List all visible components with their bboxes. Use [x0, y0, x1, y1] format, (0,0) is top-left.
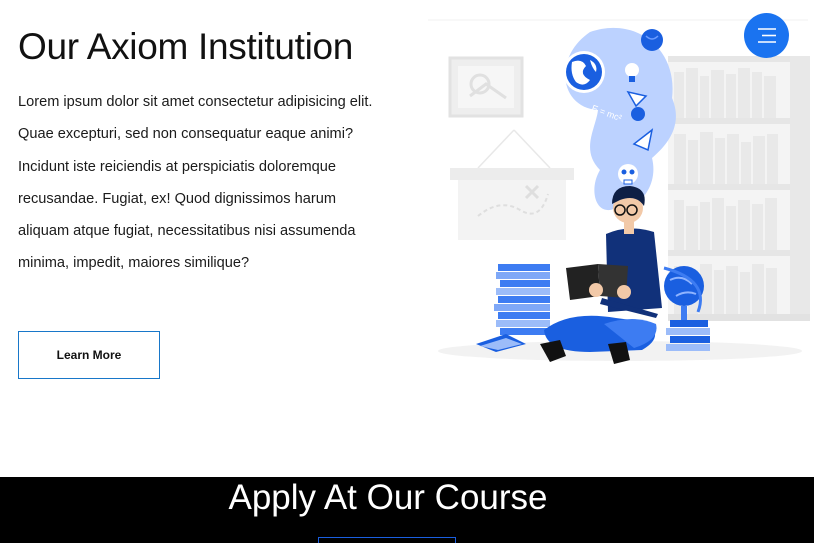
thought-cloud: E = mc²	[563, 27, 676, 211]
book-stack	[476, 264, 550, 352]
student-reading-illustration: E = mc²	[420, 18, 814, 368]
page: Our Axiom Institution Lorem ipsum dolor …	[0, 0, 814, 543]
hero-paragraph: Lorem ipsum dolor sit amet consectetur a…	[18, 94, 373, 272]
picture-frame	[448, 56, 524, 118]
apply-button[interactable]	[318, 537, 456, 543]
learn-more-button[interactable]: Learn More	[18, 331, 160, 379]
hero-title: Our Axiom Institution	[18, 26, 354, 67]
apply-title: Apply At Our Course	[228, 478, 548, 517]
hamburger-menu-icon	[758, 28, 776, 43]
hamburger-menu-button[interactable]	[744, 13, 789, 58]
presentation-board	[450, 129, 574, 240]
